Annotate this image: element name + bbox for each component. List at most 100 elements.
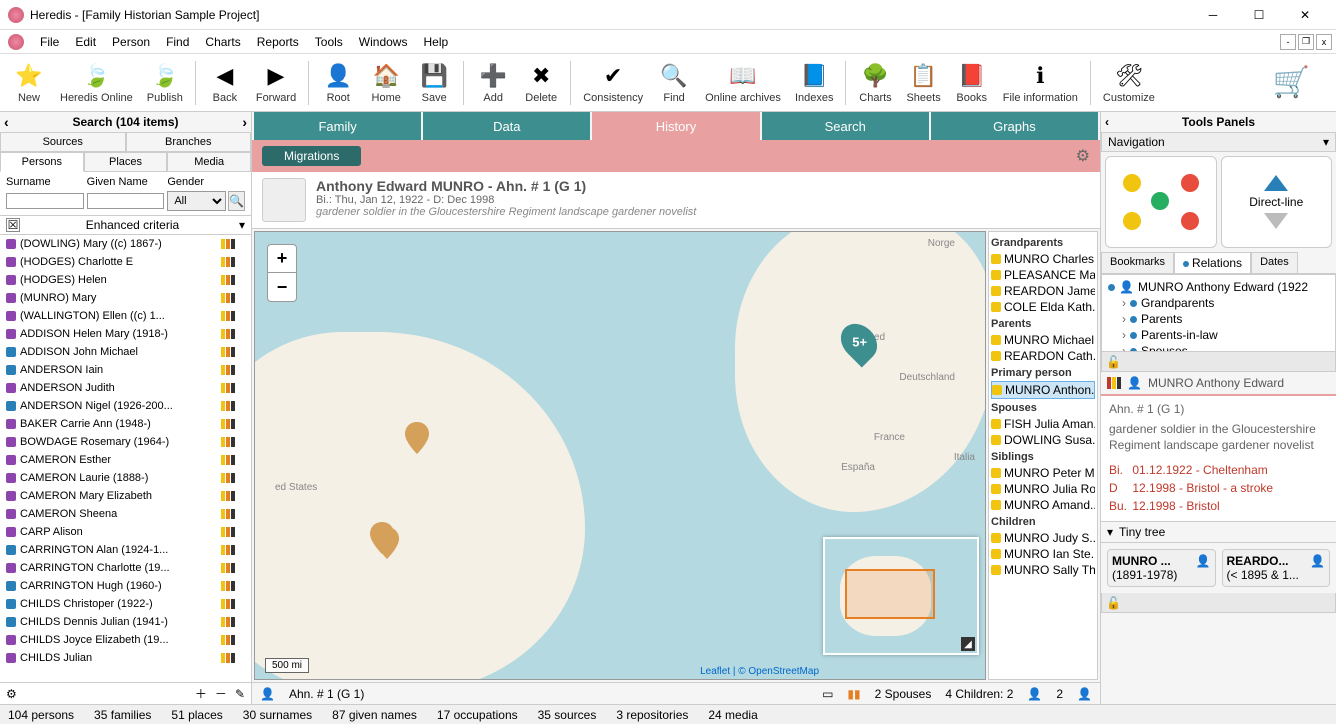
tab-branches[interactable]: Branches xyxy=(126,132,252,152)
zoom-in-button[interactable]: + xyxy=(268,245,296,273)
minimize-button[interactable]: ─ xyxy=(1190,1,1236,29)
expand-icon[interactable]: › xyxy=(1122,344,1126,352)
person-row[interactable]: CAMERON Mary Elizabeth xyxy=(0,487,251,505)
menu-person[interactable]: Person xyxy=(112,35,150,49)
rtab-bookmarks[interactable]: Bookmarks xyxy=(1101,252,1174,273)
search-button[interactable]: 🔍 xyxy=(228,191,245,211)
tree-row[interactable]: 👤MUNRO Anthony Edward (1922 xyxy=(1106,279,1331,295)
tab-graphs[interactable]: Graphs xyxy=(931,112,1098,140)
toolbar-save[interactable]: 💾Save xyxy=(411,60,457,106)
zoom-out-button[interactable]: − xyxy=(268,273,296,301)
person-row[interactable]: CHILDS Christoper (1922-) xyxy=(0,595,251,613)
maximize-button[interactable]: ☐ xyxy=(1236,1,1282,29)
person-row[interactable]: CARRINGTON Alan (1924-1... xyxy=(0,541,251,559)
person-row[interactable]: CARRINGTON Charlotte (19... xyxy=(0,559,251,577)
person-row[interactable]: CAMERON Laurie (1888-) xyxy=(0,469,251,487)
person-row[interactable]: (DOWLING) Mary ((c) 1867-) xyxy=(0,235,251,253)
cart-icon[interactable]: 🛒 xyxy=(1273,65,1310,100)
toolbar-books[interactable]: 📕Books xyxy=(949,60,995,106)
relation-item[interactable]: FISH Julia Aman... xyxy=(991,416,1095,432)
person-row[interactable]: ANDERSON Iain xyxy=(0,361,251,379)
person-row[interactable]: CHILDS Joyce Elizabeth (19... xyxy=(0,631,251,649)
person-row[interactable]: ADDISON Helen Mary (1918-) xyxy=(0,325,251,343)
minimap[interactable]: ◢ xyxy=(823,537,979,655)
tab-family[interactable]: Family xyxy=(254,112,421,140)
toolbar-root[interactable]: 👤Root xyxy=(315,60,361,106)
relation-item[interactable]: MUNRO Peter M... xyxy=(991,465,1095,481)
person-row[interactable]: (WALLINGTON) Ellen ((c) 1... xyxy=(0,307,251,325)
person-row[interactable]: CARP Alison xyxy=(0,523,251,541)
chevron-down-icon[interactable]: ▾ xyxy=(1107,525,1113,539)
toolbar-file-information[interactable]: ℹFile information xyxy=(997,60,1084,106)
givenname-input[interactable] xyxy=(87,193,165,209)
relation-item[interactable]: COLE Elda Kath... xyxy=(991,299,1095,315)
tiny-tree-header[interactable]: ▾ Tiny tree xyxy=(1101,521,1336,543)
tree-row[interactable]: ›Grandparents xyxy=(1106,295,1331,311)
footer-icon-1[interactable]: ▭ xyxy=(822,687,833,701)
person-row[interactable]: CHILDS Dennis Julian (1941-) xyxy=(0,613,251,631)
tree-row[interactable]: ›Parents-in-law xyxy=(1106,327,1331,343)
relation-item[interactable]: MUNRO Anthon... xyxy=(991,381,1095,399)
toolbar-online-archives[interactable]: 📖Online archives xyxy=(699,60,787,106)
tree-row[interactable]: ›Spouses xyxy=(1106,343,1331,352)
family-nav-card[interactable] xyxy=(1105,156,1217,248)
relation-item[interactable]: REARDON Cath... xyxy=(991,348,1095,364)
tree-row[interactable]: ›Parents xyxy=(1106,311,1331,327)
toolbar-publish[interactable]: 🍃Publish xyxy=(141,60,189,106)
tab-media[interactable]: Media xyxy=(167,152,251,172)
toolbar-customize[interactable]: 🛠Customize xyxy=(1097,60,1161,106)
relation-item[interactable]: MUNRO Ian Ste... xyxy=(991,546,1095,562)
person-row[interactable]: ANDERSON Judith xyxy=(0,379,251,397)
migrations-pill[interactable]: Migrations xyxy=(262,146,361,166)
mdi-minimize[interactable]: - xyxy=(1280,34,1296,50)
toolbar-home[interactable]: 🏠Home xyxy=(363,60,409,106)
add-icon[interactable]: ＋ xyxy=(195,685,207,702)
menu-file[interactable]: File xyxy=(40,35,59,49)
map-marker-1[interactable] xyxy=(405,422,429,454)
remove-icon[interactable]: － xyxy=(215,685,227,702)
map-attribution[interactable]: Leaflet | © OpenStreetMap xyxy=(700,666,819,677)
settings-gear-icon[interactable]: ⚙ xyxy=(1076,146,1090,166)
menu-charts[interactable]: Charts xyxy=(205,35,240,49)
chevron-down-icon[interactable]: ▾ xyxy=(1323,135,1329,149)
expand-icon[interactable]: › xyxy=(1122,296,1126,310)
person-list[interactable]: (DOWLING) Mary ((c) 1867-)(HODGES) Charl… xyxy=(0,235,251,682)
enhanced-criteria-row[interactable]: ☒ Enhanced criteria ▾ xyxy=(0,215,251,235)
close-button[interactable]: ✕ xyxy=(1282,1,1328,29)
tab-persons[interactable]: Persons xyxy=(0,152,84,172)
menu-reports[interactable]: Reports xyxy=(257,35,299,49)
tab-data[interactable]: Data xyxy=(423,112,590,140)
menu-tools[interactable]: Tools xyxy=(315,35,343,49)
person-row[interactable]: (MUNRO) Mary xyxy=(0,289,251,307)
gear-icon[interactable]: ⚙ xyxy=(6,687,17,701)
person-row[interactable]: CAMERON Sheena xyxy=(0,505,251,523)
gender-select[interactable]: All xyxy=(167,191,226,211)
relation-item[interactable]: MUNRO Sally Th... xyxy=(991,562,1095,578)
enhanced-checkbox[interactable]: ☒ xyxy=(6,218,20,232)
lock-icon[interactable]: 🔓 xyxy=(1106,596,1121,610)
minimap-close-icon[interactable]: ◢ xyxy=(961,637,975,651)
menu-edit[interactable]: Edit xyxy=(75,35,96,49)
toolbar-delete[interactable]: ✖Delete xyxy=(518,60,564,106)
toolbar-back[interactable]: ◀Back xyxy=(202,60,248,106)
toolbar-new[interactable]: ⭐New xyxy=(6,60,52,106)
rtab-relations[interactable]: Relations xyxy=(1174,252,1251,273)
person-row[interactable]: (HODGES) Helen xyxy=(0,271,251,289)
expand-icon[interactable]: › xyxy=(1122,328,1126,342)
person-row[interactable]: (HODGES) Charlotte E xyxy=(0,253,251,271)
toolbar-add[interactable]: ➕Add xyxy=(470,60,516,106)
relation-item[interactable]: MUNRO Amand... xyxy=(991,497,1095,513)
toolbar-heredis-online[interactable]: 🍃Heredis Online xyxy=(54,60,139,106)
relation-item[interactable]: MUNRO Judy S... xyxy=(991,530,1095,546)
person-row[interactable]: ADDISON John Michael xyxy=(0,343,251,361)
tab-history[interactable]: History xyxy=(592,112,759,140)
toolbar-forward[interactable]: ▶Forward xyxy=(250,60,302,106)
mdi-restore[interactable]: ❐ xyxy=(1298,34,1314,50)
person-row[interactable]: CHILDS Julian xyxy=(0,649,251,667)
migration-map[interactable]: ed States United Deutschland France Espa… xyxy=(254,231,986,680)
menu-help[interactable]: Help xyxy=(423,35,448,49)
footer-bars-icon[interactable]: ▮▮ xyxy=(847,687,860,701)
tiny-tree-card[interactable]: MUNRO ...👤(1891-1978) xyxy=(1107,549,1216,587)
relations-tree[interactable]: 👤MUNRO Anthony Edward (1922›Grandparents… xyxy=(1101,274,1336,352)
person-row[interactable]: CARRINGTON Hugh (1960-) xyxy=(0,577,251,595)
